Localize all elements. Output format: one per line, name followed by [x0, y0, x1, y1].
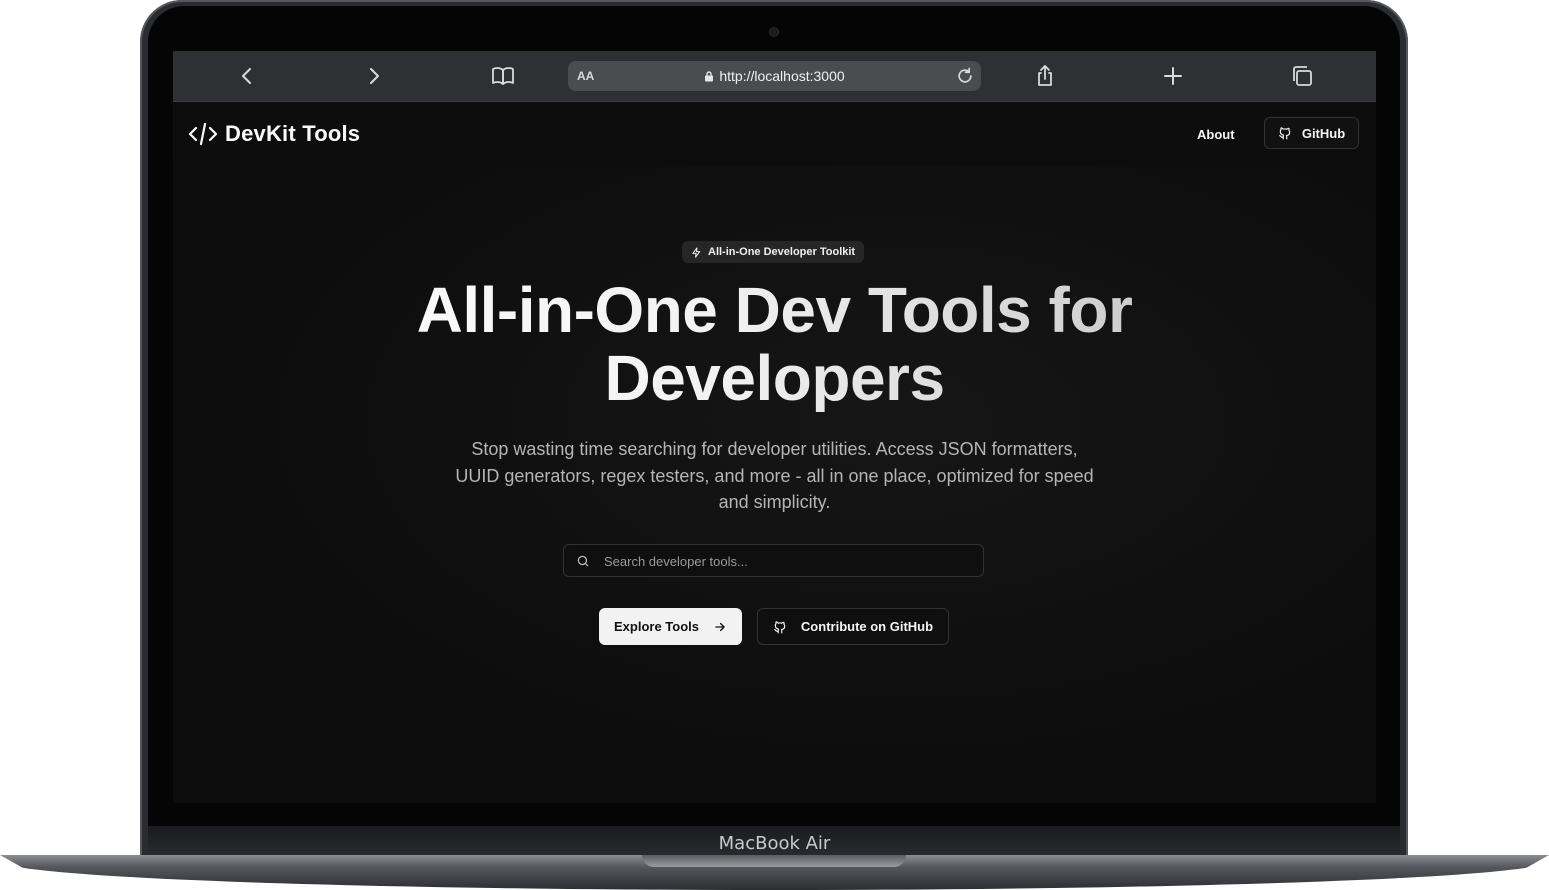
- hero-description: Stop wasting time searching for develope…: [455, 439, 1094, 512]
- new-tab-icon[interactable]: [1161, 64, 1185, 88]
- brand-link[interactable]: DevKit Tools: [188, 120, 360, 148]
- laptop-notch: [642, 855, 906, 867]
- bookmarks-icon[interactable]: [491, 64, 515, 88]
- device-label: MacBook Air: [718, 833, 831, 854]
- back-icon[interactable]: [235, 64, 259, 88]
- site-header: DevKit Tools About GitHub: [173, 102, 1376, 167]
- nav-about-link[interactable]: About: [1197, 127, 1235, 142]
- url-display[interactable]: http://localhost:3000: [568, 68, 981, 84]
- share-icon[interactable]: [1033, 64, 1057, 88]
- lock-icon: [705, 71, 714, 82]
- brand-name: DevKit Tools: [225, 121, 361, 146]
- hero-headline: All-in-One Dev Tools for Developers: [173, 276, 1376, 412]
- browser-screen: AA http://localhost:3000 DevKit Tools Ab…: [173, 51, 1376, 803]
- arrow-right-icon: [715, 622, 725, 631]
- search-input[interactable]: [602, 545, 976, 578]
- tool-search[interactable]: [563, 544, 984, 578]
- tabs-overview-icon[interactable]: [1290, 64, 1314, 88]
- github-icon: [774, 620, 786, 633]
- reload-icon[interactable]: [955, 66, 975, 86]
- contribute-github-button[interactable]: Contribute on GitHub: [757, 608, 949, 645]
- camera-icon: [770, 28, 778, 36]
- explore-tools-button[interactable]: Explore Tools: [599, 608, 742, 645]
- badge-label: All-in-One Developer Toolkit: [708, 246, 856, 258]
- browser-toolbar: AA http://localhost:3000: [173, 51, 1376, 102]
- zap-icon: [692, 246, 701, 258]
- url-text: http://localhost:3000: [719, 68, 845, 84]
- github-icon: [1278, 127, 1291, 140]
- contribute-github-label: Contribute on GitHub: [800, 619, 934, 634]
- hero-section: All-in-One Developer Toolkit All-in-One …: [173, 166, 1376, 803]
- explore-tools-label: Explore Tools: [614, 619, 699, 634]
- search-icon: [577, 555, 589, 567]
- toolkit-badge: All-in-One Developer Toolkit: [682, 241, 865, 263]
- headline-line-1: All-in-One Dev Tools for: [416, 274, 1133, 346]
- nav-github-button[interactable]: GitHub: [1264, 117, 1359, 149]
- nav-github-label: GitHub: [1301, 125, 1346, 141]
- code-icon: [188, 122, 218, 146]
- headline-line-2: Developers: [604, 342, 945, 414]
- address-bar[interactable]: AA http://localhost:3000: [568, 61, 981, 91]
- forward-icon[interactable]: [362, 64, 386, 88]
